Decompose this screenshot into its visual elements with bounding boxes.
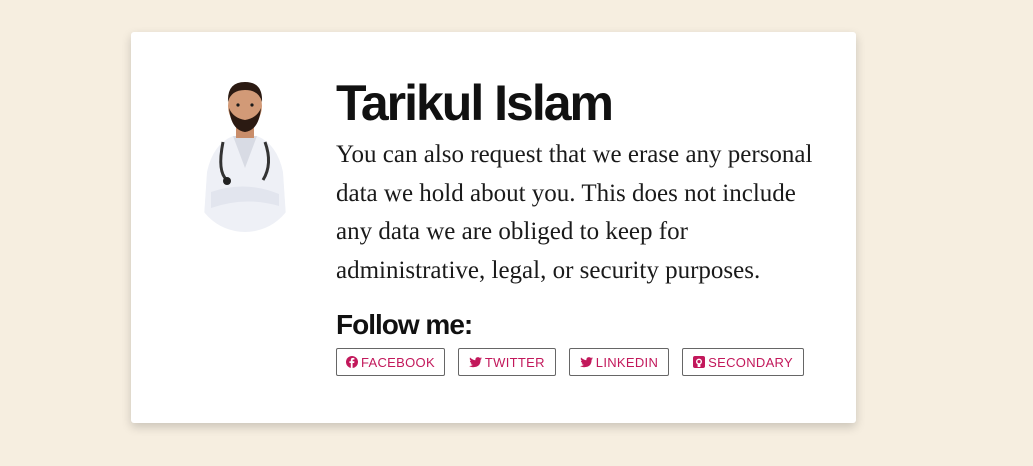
twitter-icon [579, 356, 593, 368]
facebook-button-label: FACEBOOK [361, 354, 435, 370]
secondary-button-label: SECONDARY [708, 354, 793, 370]
profile-name: Tarikul Islam [336, 75, 614, 131]
social-buttons: FACEBOOK TWITTER LINKEDIN SECONDARY [336, 348, 836, 376]
linkedin-button-label: LINKEDIN [595, 354, 659, 370]
twitter-button-label: TWITTER [484, 354, 545, 370]
linkedin-button[interactable]: LINKEDIN [568, 348, 670, 376]
follow-heading: Follow me: [336, 309, 473, 340]
facebook-icon [346, 356, 358, 368]
profile-card: Tarikul Islam You can also request that … [131, 32, 856, 423]
secondary-button[interactable]: SECONDARY [682, 348, 804, 376]
facebook-button[interactable]: FACEBOOK [336, 348, 445, 376]
twitter-button[interactable]: TWITTER [457, 348, 556, 376]
profile-bio: You can also request that we erase any p… [336, 141, 813, 284]
profile-content: Tarikul Islam You can also request that … [336, 72, 836, 376]
profile-avatar [193, 72, 297, 232]
twitter-icon [468, 356, 482, 368]
github-icon [693, 356, 706, 368]
